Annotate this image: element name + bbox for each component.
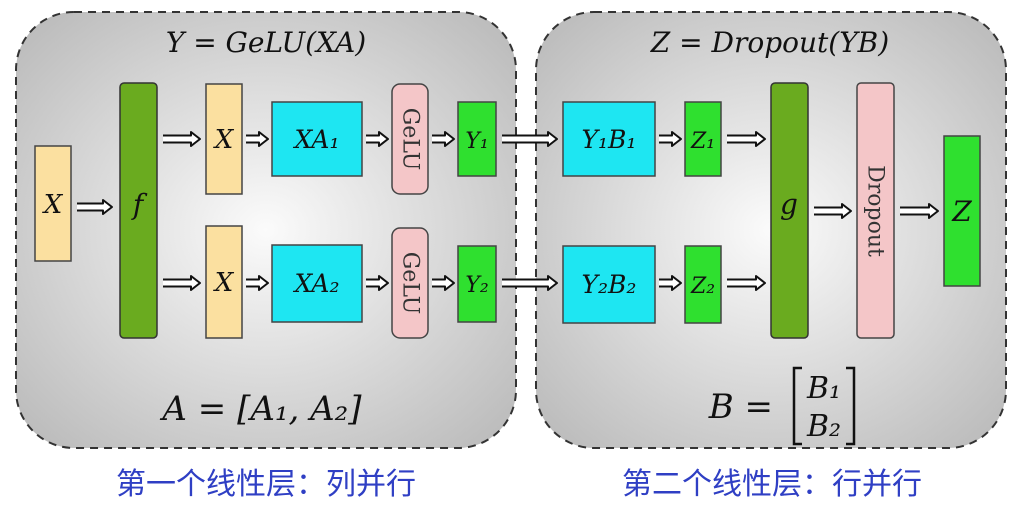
dropout-label: Dropout [863, 165, 888, 257]
y2-label: Y₂ [465, 273, 488, 298]
panel-1-formula: A = [A₁, A₂] [159, 389, 362, 429]
panel-1-title: Y = GeLU(XA) [166, 26, 366, 59]
caption-column-parallel: 第一个线性层：列并行 [116, 467, 416, 502]
panel-column-parallel: Y = GeLU(XA) A = [A₁, A₂] [15, 11, 517, 449]
g-label: g [780, 188, 798, 221]
z-output-label: Z [951, 195, 972, 228]
gelu-bottom-label: GeLU [398, 252, 423, 315]
xa2-label: XA₂ [293, 269, 340, 298]
xa1-label: XA₁ [293, 125, 340, 154]
input-x-label: X [42, 190, 64, 220]
y1b1-label: Y₁B₁ [582, 125, 637, 154]
panel-2-formula-lhs: B = [708, 387, 773, 427]
gelu-top-label: GeLU [398, 108, 423, 171]
x-top-label: X [213, 125, 235, 155]
y2b2-label: Y₂B₂ [582, 270, 637, 299]
caption-row-parallel: 第二个线性层：行并行 [622, 467, 922, 502]
y1-label: Y₁ [465, 129, 488, 154]
diagram: Y = GeLU(XA) A = [A₁, A₂] Z = Dropout(YB… [15, 11, 1007, 502]
panel-2-title: Z = Dropout(YB) [650, 26, 889, 59]
matrix-b1: B₁ [806, 371, 841, 406]
z2-label: Z₂ [690, 274, 715, 299]
x-bottom-label: X [213, 268, 235, 298]
matrix-b2: B₂ [806, 409, 841, 444]
z1-label: Z₁ [690, 129, 715, 154]
